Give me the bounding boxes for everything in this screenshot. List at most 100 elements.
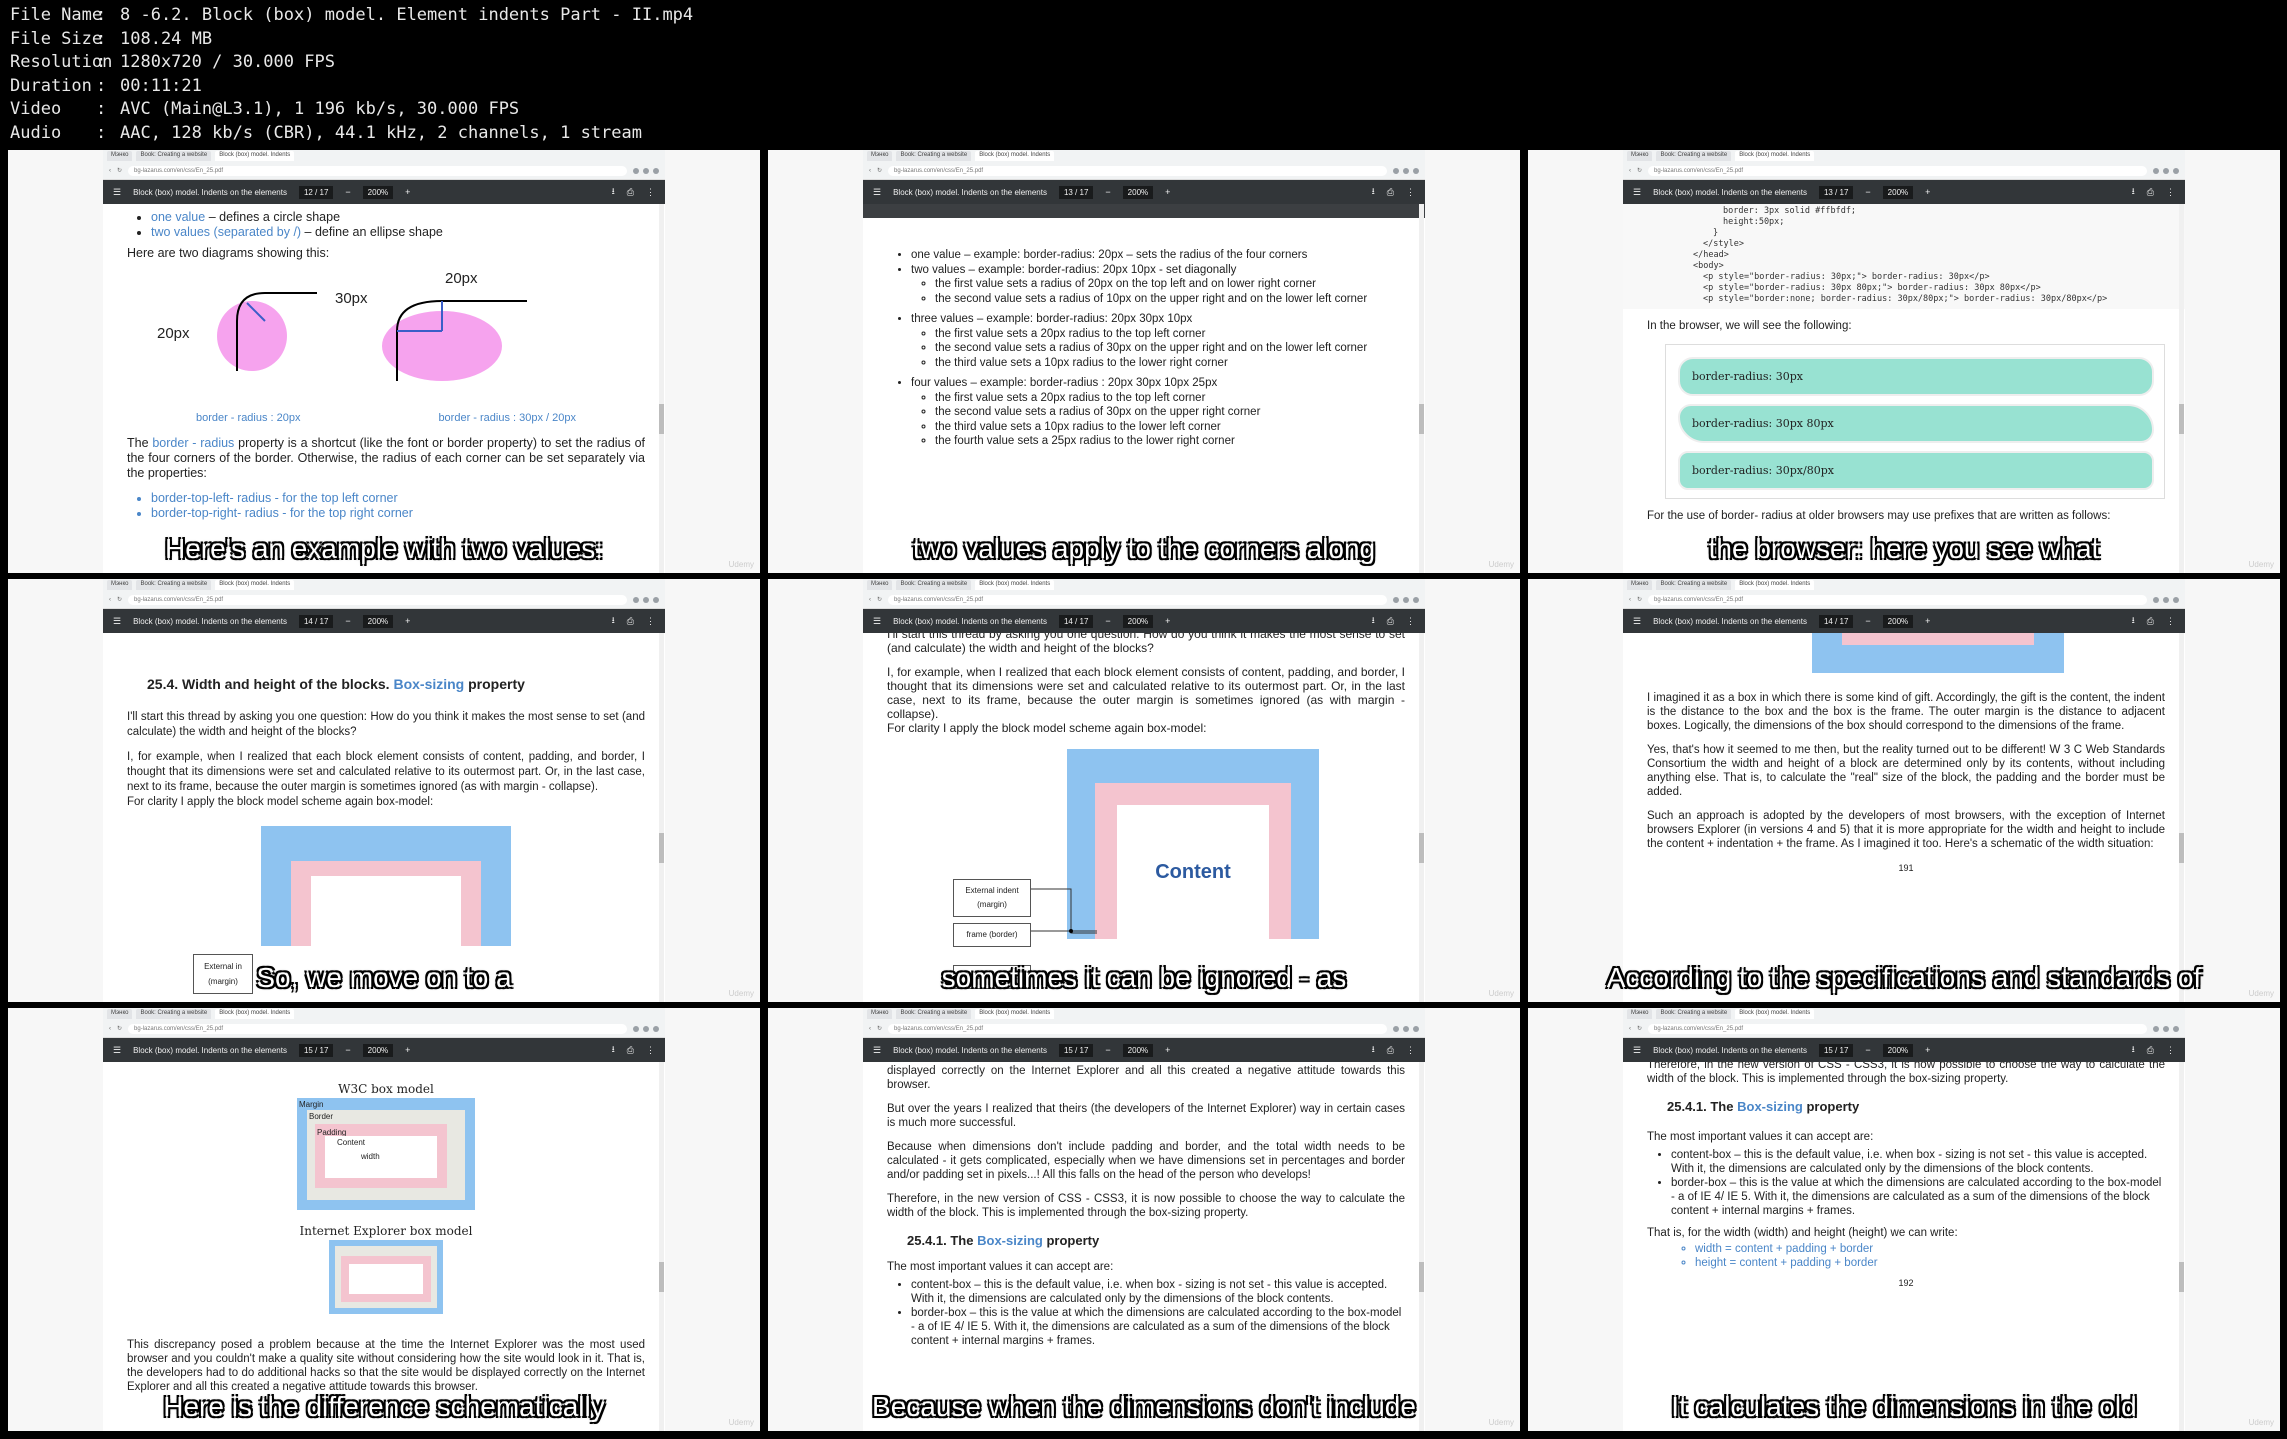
browser-tab[interactable]: Мэнко <box>107 1009 133 1019</box>
back-icon[interactable]: ‹ <box>109 168 111 174</box>
page-indicator[interactable]: 12 / 17 <box>298 185 334 199</box>
browser-tab[interactable]: Book: Creating a website <box>1656 151 1732 161</box>
browser-tab-active[interactable]: Block (box) model. Indents <box>1735 151 1815 161</box>
print-icon[interactable]: ⎙ <box>2147 1045 2154 1056</box>
reload-icon[interactable]: ↻ <box>1637 1025 1642 1032</box>
browser-tab-active[interactable]: Block (box) model. Indents <box>975 580 1055 590</box>
print-icon[interactable]: ⎙ <box>2147 187 2154 198</box>
back-icon[interactable]: ‹ <box>869 597 871 603</box>
back-icon[interactable]: ‹ <box>869 1026 871 1032</box>
browser-tab[interactable]: Book: Creating a website <box>896 1009 972 1019</box>
address-bar[interactable]: bg-lazarus.com/en/css/En_25.pdf <box>1648 594 2147 605</box>
browser-tab[interactable]: Мэнко <box>1627 151 1653 161</box>
zoom-level[interactable]: 200% <box>1882 1043 1914 1057</box>
menu-icon[interactable]: ☰ <box>873 1045 881 1056</box>
zoom-out-icon[interactable]: − <box>1105 616 1110 626</box>
zoom-in-icon[interactable]: + <box>1165 616 1170 626</box>
zoom-in-icon[interactable]: + <box>405 187 410 197</box>
address-bar[interactable]: bg-lazarus.com/en/css/En_25.pdf <box>128 165 627 176</box>
menu-icon[interactable]: ☰ <box>1633 616 1641 627</box>
page-indicator[interactable]: 15 / 17 <box>1818 1043 1854 1057</box>
print-icon[interactable]: ⎙ <box>2147 616 2154 627</box>
back-icon[interactable]: ‹ <box>1629 168 1631 174</box>
browser-tab[interactable]: Мэнко <box>867 151 893 161</box>
zoom-in-icon[interactable]: + <box>1925 187 1930 197</box>
more-icon[interactable]: ⋮ <box>2166 187 2175 198</box>
more-icon[interactable]: ⋮ <box>646 1045 655 1056</box>
zoom-level[interactable]: 200% <box>362 1043 394 1057</box>
back-icon[interactable]: ‹ <box>869 168 871 174</box>
browser-tab[interactable]: Book: Creating a website <box>136 151 212 161</box>
download-icon[interactable]: ⭳ <box>2132 613 2135 629</box>
browser-tab[interactable]: Мэнко <box>107 151 133 161</box>
reload-icon[interactable]: ↻ <box>1637 596 1642 603</box>
browser-tab-active[interactable]: Block (box) model. Indents <box>975 1009 1055 1019</box>
zoom-in-icon[interactable]: + <box>1925 1045 1930 1055</box>
zoom-level[interactable]: 200% <box>1122 185 1154 199</box>
browser-tab[interactable]: Book: Creating a website <box>136 580 212 590</box>
browser-tab[interactable]: Book: Creating a website <box>896 580 972 590</box>
page-indicator[interactable]: 15 / 17 <box>1058 1043 1094 1057</box>
extension-icons[interactable] <box>2153 1025 2179 1032</box>
download-icon[interactable]: ⭳ <box>1372 613 1375 629</box>
more-icon[interactable]: ⋮ <box>2166 616 2175 627</box>
back-icon[interactable]: ‹ <box>1629 1026 1631 1032</box>
browser-tab[interactable]: Мэнко <box>1627 580 1653 590</box>
address-bar[interactable]: bg-lazarus.com/en/css/En_25.pdf <box>128 594 627 605</box>
more-icon[interactable]: ⋮ <box>1406 187 1415 198</box>
browser-tab-active[interactable]: Block (box) model. Indents <box>1735 580 1815 590</box>
browser-tab[interactable]: Book: Creating a website <box>1656 1009 1732 1019</box>
extension-icons[interactable] <box>2153 167 2179 174</box>
zoom-level[interactable]: 200% <box>1882 614 1914 628</box>
zoom-in-icon[interactable]: + <box>405 616 410 626</box>
zoom-in-icon[interactable]: + <box>1165 187 1170 197</box>
zoom-out-icon[interactable]: − <box>1105 187 1110 197</box>
download-icon[interactable]: ⭳ <box>2132 184 2135 200</box>
reload-icon[interactable]: ↻ <box>877 1025 882 1032</box>
zoom-out-icon[interactable]: − <box>345 187 350 197</box>
page-indicator[interactable]: 15 / 17 <box>298 1043 334 1057</box>
more-icon[interactable]: ⋮ <box>1406 1045 1415 1056</box>
browser-tab-active[interactable]: Block (box) model. Indents <box>215 151 295 161</box>
zoom-level[interactable]: 200% <box>362 614 394 628</box>
more-icon[interactable]: ⋮ <box>1406 616 1415 627</box>
more-icon[interactable]: ⋮ <box>2166 1045 2175 1056</box>
back-icon[interactable]: ‹ <box>1629 597 1631 603</box>
browser-tab-active[interactable]: Block (box) model. Indents <box>215 1009 295 1019</box>
extension-icons[interactable] <box>633 1025 659 1032</box>
reload-icon[interactable]: ↻ <box>1637 167 1642 174</box>
browser-tab[interactable]: Book: Creating a website <box>1656 580 1732 590</box>
extension-icons[interactable] <box>1393 1025 1419 1032</box>
download-icon[interactable]: ⭳ <box>612 1042 615 1058</box>
zoom-out-icon[interactable]: − <box>1865 1045 1870 1055</box>
zoom-in-icon[interactable]: + <box>405 1045 410 1055</box>
reload-icon[interactable]: ↻ <box>117 167 122 174</box>
browser-tab[interactable]: Мэнко <box>867 1009 893 1019</box>
download-icon[interactable]: ⭳ <box>612 184 615 200</box>
extension-icons[interactable] <box>2153 596 2179 603</box>
reload-icon[interactable]: ↻ <box>877 167 882 174</box>
page-indicator[interactable]: 14 / 17 <box>1818 614 1854 628</box>
browser-tab[interactable]: Book: Creating a website <box>896 151 972 161</box>
address-bar[interactable]: bg-lazarus.com/en/css/En_25.pdf <box>128 1023 627 1034</box>
extension-icons[interactable] <box>1393 167 1419 174</box>
page-indicator[interactable]: 14 / 17 <box>1058 614 1094 628</box>
address-bar[interactable]: bg-lazarus.com/en/css/En_25.pdf <box>888 165 1387 176</box>
extension-icons[interactable] <box>633 596 659 603</box>
menu-icon[interactable]: ☰ <box>1633 1045 1641 1056</box>
zoom-out-icon[interactable]: − <box>345 1045 350 1055</box>
address-bar[interactable]: bg-lazarus.com/en/css/En_25.pdf <box>888 594 1387 605</box>
browser-tab[interactable]: Book: Creating a website <box>136 1009 212 1019</box>
zoom-level[interactable]: 200% <box>1882 185 1914 199</box>
zoom-level[interactable]: 200% <box>1122 614 1154 628</box>
browser-tab[interactable]: Мэнко <box>107 580 133 590</box>
menu-icon[interactable]: ☰ <box>113 1045 121 1056</box>
zoom-out-icon[interactable]: − <box>1865 187 1870 197</box>
print-icon[interactable]: ⎙ <box>1387 187 1394 198</box>
extension-icons[interactable] <box>633 167 659 174</box>
page-indicator[interactable]: 13 / 17 <box>1058 185 1094 199</box>
back-icon[interactable]: ‹ <box>109 1026 111 1032</box>
address-bar[interactable]: bg-lazarus.com/en/css/En_25.pdf <box>888 1023 1387 1034</box>
zoom-in-icon[interactable]: + <box>1925 616 1930 626</box>
page-indicator[interactable]: 14 / 17 <box>298 614 334 628</box>
